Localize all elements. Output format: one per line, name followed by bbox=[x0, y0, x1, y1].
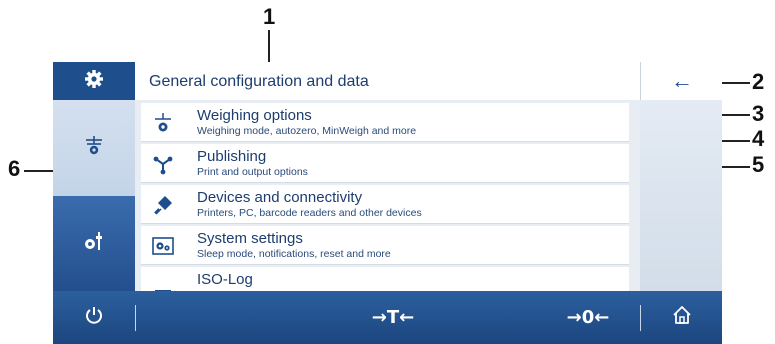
sidebar-item-weighing[interactable] bbox=[53, 100, 136, 196]
item-title: ISO-Log bbox=[197, 271, 253, 288]
list-item-iso-log[interactable]: ISO-Log bbox=[141, 267, 629, 291]
menu-list: Weighing options Weighing mode, autozero… bbox=[135, 100, 640, 291]
arrow-left-icon: ← bbox=[671, 68, 693, 93]
tare-button[interactable]: →T← bbox=[353, 291, 433, 344]
item-subtitle: Weighing mode, autozero, MinWeigh and mo… bbox=[197, 125, 417, 137]
device-screen: General configuration and data ← Weighin… bbox=[53, 62, 722, 344]
callout-5: 5 bbox=[752, 152, 765, 177]
list-item-weighing-options[interactable]: Weighing options Weighing mode, autozero… bbox=[141, 103, 629, 142]
item-subtitle: Sleep mode, notifications, reset and mor… bbox=[197, 248, 391, 260]
home-button[interactable] bbox=[641, 291, 722, 344]
page-title: General configuration and data bbox=[149, 73, 369, 90]
item-subtitle: Print and output options bbox=[197, 166, 308, 178]
publish-icon bbox=[151, 152, 175, 176]
item-title: Weighing options bbox=[197, 107, 312, 124]
power-icon bbox=[84, 305, 104, 330]
sidebar bbox=[53, 62, 136, 291]
right-panel bbox=[640, 100, 722, 291]
callout-1: 1 bbox=[263, 4, 276, 29]
tare-label: →T← bbox=[371, 307, 415, 328]
zero-button[interactable]: →0← bbox=[548, 291, 628, 344]
zero-label: →0← bbox=[566, 307, 610, 328]
list-item-devices[interactable]: Devices and connectivity Printers, PC, b… bbox=[141, 185, 629, 224]
sidebar-item-configuration[interactable] bbox=[53, 196, 135, 291]
back-button[interactable]: ← bbox=[640, 62, 722, 100]
plug-icon bbox=[151, 193, 175, 217]
sidebar-item-settings[interactable] bbox=[53, 62, 135, 100]
weighing-options-icon bbox=[151, 111, 175, 135]
sliders-gear-icon bbox=[83, 230, 105, 257]
bottom-bar: →T← →0← bbox=[53, 291, 722, 344]
page-header: General configuration and data bbox=[135, 62, 640, 101]
item-title: System settings bbox=[197, 230, 303, 247]
item-title: Devices and connectivity bbox=[197, 189, 363, 206]
callout-3: 3 bbox=[752, 101, 765, 126]
system-settings-icon bbox=[151, 234, 175, 258]
power-button[interactable] bbox=[53, 291, 135, 344]
item-subtitle: Printers, PC, barcode readers and other … bbox=[197, 207, 422, 219]
item-title: Publishing bbox=[197, 148, 267, 165]
separator bbox=[135, 305, 136, 331]
list-item-publishing[interactable]: Publishing Print and output options bbox=[141, 144, 629, 183]
list-item-system-settings[interactable]: System settings Sleep mode, notification… bbox=[141, 226, 629, 265]
callout-2: 2 bbox=[752, 69, 765, 94]
home-icon bbox=[671, 304, 693, 331]
callout-6: 6 bbox=[8, 156, 21, 181]
callout-4: 4 bbox=[752, 126, 765, 151]
log-icon bbox=[151, 275, 175, 291]
gear-icon bbox=[84, 69, 104, 94]
callout-6-line bbox=[24, 170, 54, 172]
balance-icon bbox=[83, 135, 105, 162]
